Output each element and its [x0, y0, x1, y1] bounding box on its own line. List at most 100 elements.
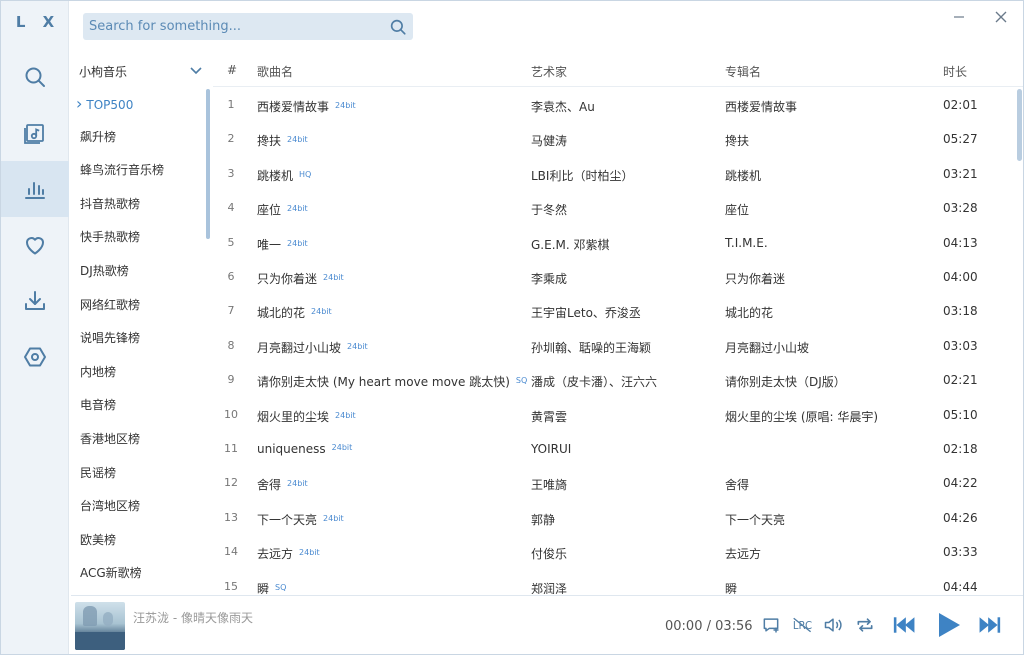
table-row[interactable]: 3 跳楼机 HQ LBI利比（时柏尘） 跳楼机 03:21: [213, 157, 1017, 191]
row-num: 9: [227, 373, 235, 387]
nav-search[interactable]: [1, 49, 69, 105]
previous-button[interactable]: [893, 613, 917, 637]
heart-icon: [26, 237, 44, 255]
song-title: 请你别走太快 (My heart move move 跳太快): [257, 375, 510, 390]
row-duration: 05:10: [943, 407, 978, 422]
board-item[interactable]: 欧美榜: [71, 524, 211, 558]
board-item[interactable]: 台湾地区榜: [71, 490, 211, 524]
volume-icon: [824, 618, 842, 632]
volume-button[interactable]: [821, 613, 845, 637]
row-album: 月亮翻过小山坡: [725, 340, 810, 355]
song-title: 搀扶: [257, 134, 282, 149]
row-title: uniqueness 24bit: [257, 442, 352, 456]
search-button[interactable]: [388, 17, 408, 37]
table-row[interactable]: 10 烟火里的尘埃 24bit 黄霄雲 烟火里的尘埃 (原唱: 华晨宇) 05:10: [213, 398, 1017, 432]
now-playing-title[interactable]: 汪苏泷 - 像晴天像雨天: [133, 609, 253, 626]
row-artist: 马健涛: [531, 134, 568, 149]
nav-favorites[interactable]: [1, 217, 69, 273]
board-list-scrollbar[interactable]: [206, 89, 210, 239]
row-duration: 03:33: [943, 545, 978, 560]
table-row[interactable]: 14 去远方 24bit 付俊乐 去远方 03:33: [213, 535, 1017, 569]
row-num: 10: [224, 407, 238, 421]
row-title: 下一个天亮 24bit: [257, 511, 344, 528]
song-table-scrollbar[interactable]: [1017, 89, 1022, 161]
table-row[interactable]: 7 城北的花 24bit 王宇宙Leto、乔浚丞 城北的花 03:18: [213, 294, 1017, 328]
row-album: 座位: [725, 203, 750, 218]
row-duration: 03:21: [943, 166, 978, 181]
row-album: 烟火里的尘埃 (原唱: 华晨宇): [725, 409, 879, 424]
nav-download[interactable]: [1, 273, 69, 329]
app-window: L X 小枸音乐 TO: [0, 0, 1024, 655]
board-item[interactable]: 民谣榜: [71, 457, 211, 491]
quality-badge: 24bit: [335, 101, 356, 110]
play-button[interactable]: [935, 611, 963, 639]
close-button[interactable]: [991, 7, 1011, 27]
nav-song-list[interactable]: [1, 105, 69, 161]
board-item[interactable]: 快手热歌榜: [71, 221, 211, 255]
next-button[interactable]: [977, 613, 1001, 637]
row-duration: 04:00: [943, 270, 978, 284]
source-select[interactable]: 小枸音乐: [71, 57, 211, 85]
row-artist: 于冬然: [531, 203, 568, 218]
quality-badge: 24bit: [311, 307, 332, 317]
play-icon: [939, 613, 960, 637]
table-row[interactable]: 8 月亮翻过小山坡 24bit 孙圳翰、聒噪的王海颖 月亮翻过小山坡 03:03: [213, 329, 1017, 363]
board-item[interactable]: 网络红歌榜: [71, 289, 211, 323]
board-list: TOP500飙升榜蜂鸟流行音乐榜抖音热歌榜快手热歌榜DJ热歌榜网络红歌榜说唱先锋…: [71, 87, 211, 593]
board-item[interactable]: 电音榜: [71, 389, 211, 423]
settings-icon: [24, 347, 46, 367]
table-row[interactable]: 13 下一个天亮 24bit 郭静 下一个天亮 04:26: [213, 501, 1017, 535]
search-input[interactable]: [83, 13, 383, 40]
song-table: 1 西楼爱情故事 24bit 李袁杰、Au 西楼爱情故事 02:01 2 搀扶 24bit 马健涛…: [213, 88, 1017, 594]
board-item[interactable]: 说唱先锋榜: [71, 322, 211, 356]
table-row[interactable]: 6 只为你着迷 24bit 李乘成 只为你着迷 04:00: [213, 260, 1017, 294]
nav-rail: L X: [1, 1, 69, 654]
board-item[interactable]: 内地榜: [71, 356, 211, 390]
header-duration: 时长: [943, 65, 968, 79]
table-row[interactable]: 11 uniqueness 24bit YOIRUI 02:18: [213, 432, 1017, 466]
minimize-button[interactable]: [949, 7, 969, 27]
board-item[interactable]: 香港地区榜: [71, 423, 211, 457]
table-row[interactable]: 2 搀扶 24bit 马健涛 搀扶 05:27: [213, 122, 1017, 156]
nav-leaderboard[interactable]: [1, 161, 69, 217]
row-duration: 02:18: [943, 442, 978, 456]
table-row[interactable]: 12 舍得 24bit 王唯旖 舍得 04:22: [213, 466, 1017, 500]
row-album: T.I.M.E.: [725, 235, 768, 250]
table-row[interactable]: 5 唯一 24bit G.E.M. 邓紫棋 T.I.M.E. 04:13: [213, 226, 1017, 260]
row-album: 城北的花: [725, 306, 774, 321]
header-num: #: [227, 63, 238, 77]
lyrics-icon: LRC: [793, 617, 812, 633]
row-duration: 03:28: [943, 201, 978, 216]
board-item[interactable]: DJ热歌榜: [71, 255, 211, 289]
row-duration: 04:13: [943, 235, 978, 250]
song-title: 烟火里的尘埃: [257, 409, 330, 424]
table-row[interactable]: 4 座位 24bit 于冬然 座位 03:28: [213, 191, 1017, 225]
row-album: 搀扶: [725, 134, 750, 149]
row-album: 跳楼机: [725, 168, 762, 183]
album-cover[interactable]: [75, 602, 125, 650]
lyrics-button[interactable]: LRC: [791, 613, 815, 637]
nav-settings[interactable]: [1, 329, 69, 385]
board-item[interactable]: TOP500: [71, 87, 211, 121]
quality-badge: 24bit: [323, 513, 344, 523]
leaderboard-icon: [25, 182, 45, 199]
search-icon: [390, 19, 406, 35]
row-artist: 郑润泽: [531, 581, 568, 594]
board-item[interactable]: 抖音热歌榜: [71, 188, 211, 222]
table-row[interactable]: 1 西楼爱情故事 24bit 李袁杰、Au 西楼爱情故事 02:01: [213, 88, 1017, 122]
search-icon: [25, 67, 45, 87]
row-title: 座位 24bit: [257, 201, 308, 218]
song-list-icon: [24, 124, 44, 144]
comment-button[interactable]: [759, 613, 783, 637]
table-row[interactable]: 9 请你别走太快 (My heart move move 跳太快) SQ 潘成（皮卡潘…: [213, 363, 1017, 397]
board-item[interactable]: 蜂鸟流行音乐榜: [71, 154, 211, 188]
table-row[interactable]: 15 瞬 SQ 郑润泽 瞬 04:44: [213, 570, 1017, 594]
board-item[interactable]: ACG新歌榜: [71, 557, 211, 591]
row-num: 5: [227, 235, 235, 249]
song-title: 唯一: [257, 237, 282, 252]
repeat-button[interactable]: [853, 613, 877, 637]
repeat-icon: [857, 618, 873, 632]
row-num: 11: [224, 442, 238, 455]
board-item[interactable]: 飙升榜: [71, 121, 211, 155]
row-duration: 02:21: [943, 373, 978, 388]
